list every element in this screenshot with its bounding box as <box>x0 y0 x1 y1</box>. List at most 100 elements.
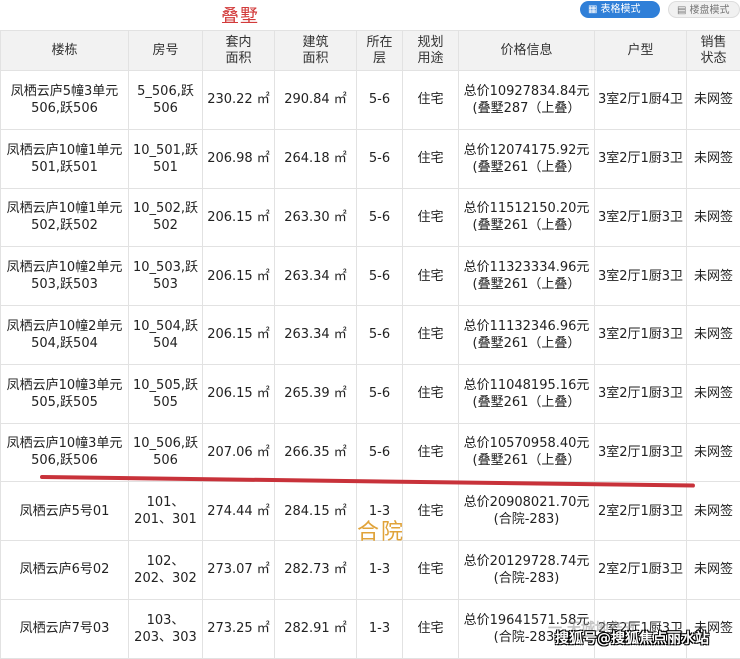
header-layout: 户型 <box>595 31 687 71</box>
header-use: 规划 用途 <box>403 31 459 71</box>
floor-cell: 5-6 <box>357 364 403 423</box>
annotation-heyuan: 合院 <box>357 514 405 546</box>
disk-mode-label: 楼盘模式 <box>689 5 729 16</box>
building-cell: 凤栖云庐10幢1单元501,跃501 <box>1 129 129 188</box>
room-cell: 10_506,跃506 <box>129 423 203 482</box>
table-row: 凤栖云庐10幢2单元504,跃50410_504,跃504206.15 ㎡263… <box>1 306 740 365</box>
building-cell: 凤栖云庐10幢3单元506,跃506 <box>1 423 129 482</box>
listing-table: 楼栋房号套内 面积建筑 面积所在 层规划 用途价格信息户型销售 状态 凤栖云庐5… <box>0 30 740 659</box>
status-cell: 未网签 <box>687 541 740 600</box>
disk-mode-button[interactable]: ▤楼盘模式 <box>668 1 740 18</box>
price-cell: 总价11048195.16元(叠墅261（上叠） <box>459 364 595 423</box>
building-cell: 凤栖云庐10幢3单元505,跃505 <box>1 364 129 423</box>
price-cell: 总价11512150.20元(叠墅261（上叠） <box>459 188 595 247</box>
floor-cell: 5-6 <box>357 129 403 188</box>
inner-area-cell: 206.15 ㎡ <box>203 188 275 247</box>
building-cell: 凤栖云庐10幢2单元504,跃504 <box>1 306 129 365</box>
inner-area-cell: 206.15 ㎡ <box>203 364 275 423</box>
use-cell: 住宅 <box>403 188 459 247</box>
price-cell: 总价11323334.96元(叠墅261（上叠） <box>459 247 595 306</box>
layout-cell: 3室2厅1厨3卫 <box>595 364 687 423</box>
table-row: 凤栖云庐10幢3单元505,跃50510_505,跃505206.15 ㎡265… <box>1 364 740 423</box>
gross-area-cell: 266.35 ㎡ <box>275 423 357 482</box>
inner-area-cell: 230.22 ㎡ <box>203 71 275 130</box>
status-cell: 未网签 <box>687 364 740 423</box>
header-floor: 所在 层 <box>357 31 403 71</box>
room-cell: 103、203、303 <box>129 599 203 658</box>
room-cell: 5_506,跃506 <box>129 71 203 130</box>
status-cell: 未网签 <box>687 482 740 541</box>
layout-cell: 3室2厅1厨3卫 <box>595 129 687 188</box>
use-cell: 住宅 <box>403 247 459 306</box>
inner-area-cell: 206.98 ㎡ <box>203 129 275 188</box>
layout-cell: 3室2厅1厨3卫 <box>595 247 687 306</box>
layout-cell: 2室2厅1厨3卫 <box>595 482 687 541</box>
price-cell: 总价20129728.74元(合院-283) <box>459 541 595 600</box>
gross-area-cell: 290.84 ㎡ <box>275 71 357 130</box>
gross-area-cell: 263.30 ㎡ <box>275 188 357 247</box>
table-mode-label: 表格模式 <box>600 4 640 15</box>
use-cell: 住宅 <box>403 541 459 600</box>
header-status: 销售 状态 <box>687 31 740 71</box>
header-building: 楼栋 <box>1 31 129 71</box>
table-body: 凤栖云庐5幢3单元506,跃5065_506,跃506230.22 ㎡290.8… <box>1 71 740 659</box>
floor-cell: 1-3 <box>357 541 403 600</box>
building-icon: ▤ <box>677 2 686 19</box>
room-cell: 10_504,跃504 <box>129 306 203 365</box>
inner-area-cell: 207.06 ㎡ <box>203 423 275 482</box>
layout-cell: 3室2厅1厨3卫 <box>595 188 687 247</box>
building-cell: 凤栖云庐10幢1单元502,跃502 <box>1 188 129 247</box>
table-header-row: 楼栋房号套内 面积建筑 面积所在 层规划 用途价格信息户型销售 状态 <box>1 31 740 71</box>
inner-area-cell: 273.07 ㎡ <box>203 541 275 600</box>
grid-icon: ▦ <box>588 1 597 18</box>
room-cell: 10_501,跃501 <box>129 129 203 188</box>
status-cell: 未网签 <box>687 247 740 306</box>
use-cell: 住宅 <box>403 482 459 541</box>
layout-cell: 3室2厅1厨4卫 <box>595 71 687 130</box>
header-room: 房号 <box>129 31 203 71</box>
gross-area-cell: 282.91 ㎡ <box>275 599 357 658</box>
table-mode-button[interactable]: ▦表格模式 <box>580 1 660 18</box>
building-cell: 凤栖云庐10幢2单元503,跃503 <box>1 247 129 306</box>
status-cell: 未网签 <box>687 71 740 130</box>
building-cell: 凤栖云庐5号01 <box>1 482 129 541</box>
table-row: 凤栖云庐6号02102、202、302273.07 ㎡282.73 ㎡1-3住宅… <box>1 541 740 600</box>
gross-area-cell: 264.18 ㎡ <box>275 129 357 188</box>
layout-cell: 3室2厅1厨3卫 <box>595 306 687 365</box>
gross-area-cell: 282.73 ㎡ <box>275 541 357 600</box>
price-cell: 总价20908021.70元(合院-283) <box>459 482 595 541</box>
floor-cell: 5-6 <box>357 71 403 130</box>
gross-area-cell: 265.39 ㎡ <box>275 364 357 423</box>
floor-cell: 5-6 <box>357 188 403 247</box>
gross-area-cell: 263.34 ㎡ <box>275 306 357 365</box>
inner-area-cell: 273.25 ㎡ <box>203 599 275 658</box>
floor-cell: 5-6 <box>357 423 403 482</box>
room-cell: 10_505,跃505 <box>129 364 203 423</box>
use-cell: 住宅 <box>403 129 459 188</box>
layout-cell: 2室2厅1厨3卫 <box>595 541 687 600</box>
building-cell: 凤栖云庐5幢3单元506,跃506 <box>1 71 129 130</box>
price-cell: 总价11132346.96元(叠墅261（上叠） <box>459 306 595 365</box>
room-cell: 101、201、301 <box>129 482 203 541</box>
inner-area-cell: 274.44 ㎡ <box>203 482 275 541</box>
inner-area-cell: 206.15 ㎡ <box>203 247 275 306</box>
status-cell: 未网签 <box>687 129 740 188</box>
price-cell: 总价10927834.84元(叠墅287（上叠） <box>459 71 595 130</box>
use-cell: 住宅 <box>403 423 459 482</box>
status-cell: 未网签 <box>687 306 740 365</box>
gross-area-cell: 284.15 ㎡ <box>275 482 357 541</box>
use-cell: 住宅 <box>403 599 459 658</box>
use-cell: 住宅 <box>403 71 459 130</box>
table-row: 凤栖云庐10幢1单元502,跃50210_502,跃502206.15 ㎡263… <box>1 188 740 247</box>
source-tag: 搜狐号@搜狐焦点丽水站 <box>555 628 709 648</box>
price-cell: 总价10570958.40元(叠墅261（上叠） <box>459 423 595 482</box>
table-row: 凤栖云庐10幢3单元506,跃50610_506,跃506207.06 ㎡266… <box>1 423 740 482</box>
annotation-diexu: 叠墅 <box>221 2 259 28</box>
header-inner-area: 套内 面积 <box>203 31 275 71</box>
gross-area-cell: 263.34 ㎡ <box>275 247 357 306</box>
building-cell: 凤栖云庐6号02 <box>1 541 129 600</box>
status-cell: 未网签 <box>687 188 740 247</box>
header-gross-area: 建筑 面积 <box>275 31 357 71</box>
table-row: 凤栖云庐10幢2单元503,跃50310_503,跃503206.15 ㎡263… <box>1 247 740 306</box>
use-cell: 住宅 <box>403 364 459 423</box>
